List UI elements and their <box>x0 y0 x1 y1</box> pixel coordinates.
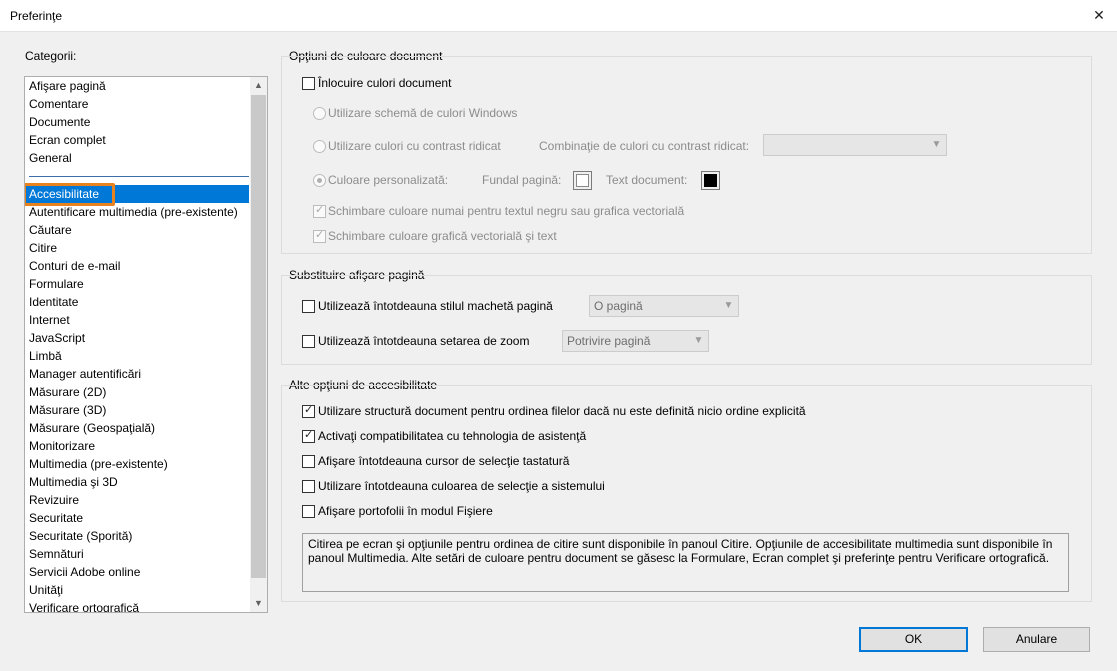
replace-colors-checkbox[interactable] <box>302 77 315 90</box>
system-selection-color-label: Utilizare întotdeauna culoarea de selecţ… <box>318 479 605 493</box>
high-contrast-radio[interactable] <box>313 140 326 153</box>
category-item[interactable]: Unităţi <box>29 581 63 599</box>
keyboard-cursor-label: Afişare întotdeauna cursor de selecţie t… <box>318 454 570 468</box>
category-item[interactable]: Verificare ortografică <box>29 599 139 612</box>
windows-scheme-label: Utilizare schemă de culori Windows <box>328 106 518 120</box>
page-bg-color-fill <box>576 174 589 187</box>
only-black-text-checkbox[interactable] <box>313 203 326 218</box>
layout-combo-value: O pagină <box>594 299 643 313</box>
system-selection-color-checkbox[interactable] <box>302 480 315 493</box>
page-bg-swatch[interactable] <box>573 171 592 190</box>
text-doc-label: Text document: <box>606 173 688 187</box>
category-item[interactable]: Revizuire <box>29 491 79 509</box>
categories-label: Categorii: <box>25 49 77 63</box>
category-item[interactable]: Internet <box>29 311 70 329</box>
layout-label: Utilizează întotdeauna stilul machetă pa… <box>318 299 553 313</box>
category-item[interactable]: Autentificare multimedia (pre-existente) <box>29 203 238 221</box>
custom-color-label: Culoare personalizată: <box>328 173 449 187</box>
category-item[interactable]: Formulare <box>29 275 84 293</box>
keyboard-cursor-checkbox[interactable] <box>302 455 315 468</box>
page-bg-label: Fundal pagină: <box>482 173 562 187</box>
category-item[interactable]: Identitate <box>29 293 78 311</box>
ok-button[interactable]: OK <box>859 627 968 652</box>
scroll-down-arrow-icon[interactable]: ▼ <box>250 595 267 612</box>
category-item[interactable]: Semnături <box>29 545 84 563</box>
categories-list[interactable]: Afişare pagină Comentare Documente Ecran… <box>24 76 268 613</box>
category-item[interactable]: Multimedia (pre-existente) <box>29 455 168 473</box>
category-item[interactable]: Multimedia şi 3D <box>29 473 118 491</box>
category-divider <box>29 176 249 177</box>
category-item[interactable]: Căutare <box>29 221 72 239</box>
category-item[interactable]: General <box>29 149 72 167</box>
category-item[interactable]: Comentare <box>29 95 88 113</box>
window-title: Preferinţe <box>10 9 63 23</box>
category-item[interactable]: Servicii Adobe online <box>29 563 140 581</box>
category-item[interactable]: Citire <box>29 239 57 257</box>
assistive-tech-label: Activaţi compatibilitatea cu tehnologia … <box>318 429 587 443</box>
portfolio-files-label: Afişare portofolii în modul Fişiere <box>318 504 493 518</box>
text-color-fill <box>704 174 717 187</box>
category-item[interactable]: Măsurare (2D) <box>29 383 106 401</box>
high-contrast-combo-label: Combinaţie de culori cu contrast ridicat… <box>539 139 750 153</box>
chevron-down-icon: ▼ <box>931 139 942 150</box>
category-item[interactable]: Ecran complet <box>29 131 106 149</box>
category-item[interactable]: Măsurare (3D) <box>29 401 106 419</box>
zoom-combo[interactable]: Potrivire pagină ▼ <box>562 330 709 352</box>
tab-order-checkbox[interactable] <box>302 403 315 418</box>
custom-color-radio[interactable] <box>313 174 326 187</box>
zoom-combo-value: Potrivire pagină <box>567 334 651 348</box>
layout-checkbox[interactable] <box>302 300 315 313</box>
tab-order-label: Utilizare structură document pentru ordi… <box>318 404 806 418</box>
high-contrast-combo[interactable]: ▼ <box>763 134 947 156</box>
category-item[interactable]: JavaScript <box>29 329 85 347</box>
category-item[interactable]: Securitate <box>29 509 83 527</box>
portfolio-files-checkbox[interactable] <box>302 505 315 518</box>
zoom-label: Utilizează întotdeauna setarea de zoom <box>318 334 530 348</box>
category-item[interactable]: Conturi de e-mail <box>29 257 120 275</box>
chevron-down-icon: ▼ <box>693 335 704 346</box>
chevron-down-icon: ▼ <box>723 300 734 311</box>
category-item[interactable]: Limbă <box>29 347 62 365</box>
assistive-tech-checkbox[interactable] <box>302 428 315 443</box>
category-item[interactable]: Documente <box>29 113 90 131</box>
category-scrollbar[interactable]: ▲ ▼ <box>250 77 267 612</box>
scroll-up-arrow-icon[interactable]: ▲ <box>250 77 267 94</box>
scroll-thumb[interactable] <box>251 95 266 578</box>
title-bar: Preferinţe ✕ <box>0 0 1117 32</box>
high-contrast-label: Utilizare culori cu contrast ridicat <box>328 139 501 153</box>
text-color-swatch[interactable] <box>701 171 720 190</box>
category-item[interactable]: Măsurare (Geospaţială) <box>29 419 155 437</box>
vector-and-text-label: Schimbare culoare grafică vectorială şi … <box>328 229 557 243</box>
vector-and-text-checkbox[interactable] <box>313 228 326 243</box>
cancel-button[interactable]: Anulare <box>983 627 1090 652</box>
only-black-text-label: Schimbare culoare numai pentru textul ne… <box>328 204 685 218</box>
close-icon[interactable]: ✕ <box>1090 5 1108 25</box>
category-item[interactable]: Monitorizare <box>29 437 95 455</box>
replace-colors-label: Înlocuire culori document <box>318 76 452 90</box>
category-item[interactable]: Manager autentificări <box>29 365 141 383</box>
layout-combo[interactable]: O pagină ▼ <box>589 295 739 317</box>
info-text-box: Citirea pe ecran şi opţiunile pentru ord… <box>302 533 1069 592</box>
zoom-checkbox[interactable] <box>302 335 315 348</box>
category-item[interactable]: Afişare pagină <box>29 77 106 95</box>
windows-scheme-radio[interactable] <box>313 107 326 120</box>
category-item[interactable]: Securitate (Sporită) <box>29 527 132 545</box>
